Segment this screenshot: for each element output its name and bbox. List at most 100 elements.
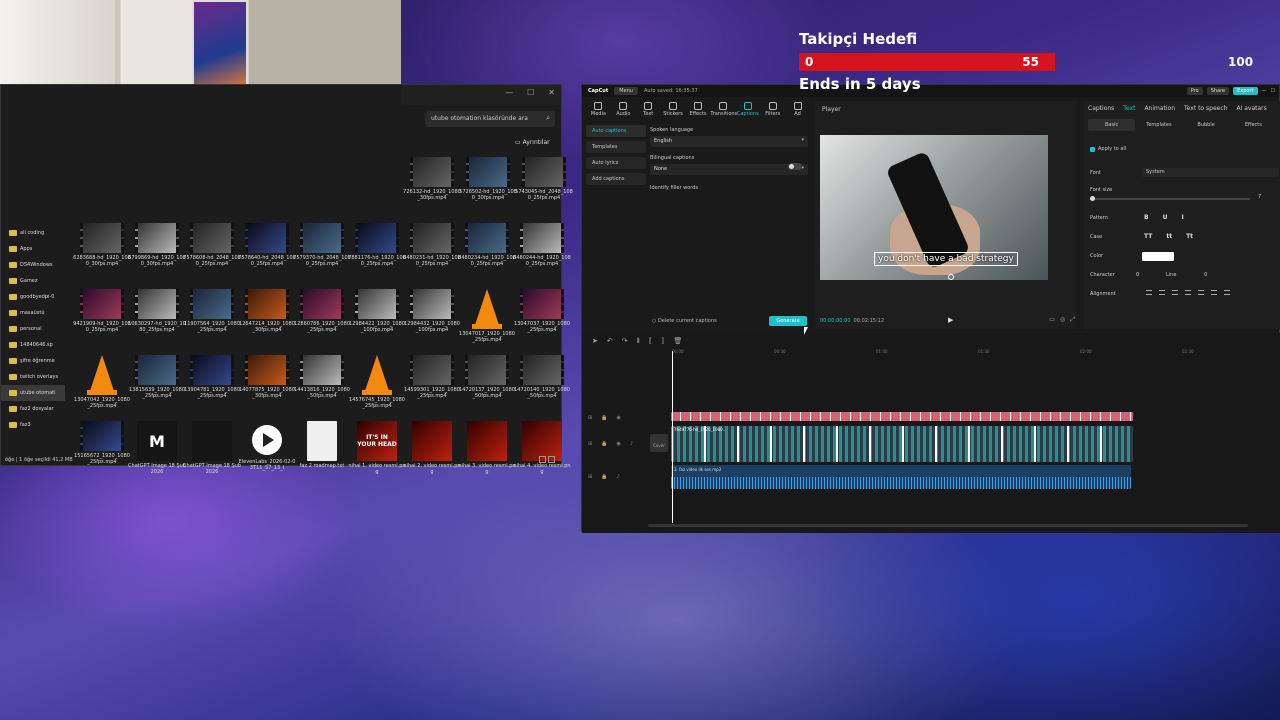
file-item[interactable]: 8480244-hd_1920_1080_25fps.mp4 — [513, 223, 571, 289]
file-item[interactable]: 13815639_1920_1080_25fps.mp4 — [128, 355, 186, 421]
sidebar-item[interactable]: goodbyedpi-0 — [1, 289, 65, 305]
split-left-icon[interactable]: ⟦ — [649, 337, 652, 345]
timeline-scrollbar[interactable] — [648, 524, 1248, 527]
titlecase-icon[interactable]: Tt — [1186, 233, 1193, 240]
lock-icon[interactable]: 🔒 — [601, 441, 607, 447]
text-subtab[interactable]: Basic — [1088, 119, 1136, 131]
text-subtab[interactable]: Effects — [1230, 119, 1277, 131]
file-item[interactable]: 5743045-hd_2048_1080_25fps.mp4 — [515, 157, 573, 223]
undo-icon[interactable]: ↶ — [607, 337, 613, 345]
captions-menu-item[interactable]: Templates — [586, 141, 646, 153]
file-item[interactable]: 6283688-hd_1920_1080_30fps.mp4 — [73, 223, 131, 289]
properties-tab[interactable]: Text — [1123, 105, 1135, 112]
explorer-search-input[interactable]: utube otomation klasöründe ara ⌕ — [425, 111, 555, 127]
view-toggle[interactable] — [539, 456, 555, 463]
color-swatch[interactable] — [1142, 252, 1174, 261]
alignment-buttons[interactable] — [1146, 290, 1230, 295]
file-item[interactable]: 14720140_1920_1080_50fps.mp4 — [513, 355, 571, 421]
file-item[interactable]: 5726502-hd_1920_1080_30fps.mp4 — [459, 157, 517, 223]
captions-menu-item[interactable]: Add captions — [586, 173, 646, 185]
tab-transitions[interactable]: Transitions — [710, 99, 737, 121]
minimize-icon[interactable]: — — [505, 88, 513, 97]
tab-audio[interactable]: Audio — [611, 99, 636, 121]
file-item[interactable]: 7578608-hd_2048_1080_25fps.mp4 — [183, 223, 241, 289]
italic-icon[interactable]: I — [1181, 214, 1183, 221]
bilingual-captions-select[interactable]: None — [650, 164, 808, 175]
bold-icon[interactable]: B — [1144, 214, 1149, 221]
caption-track[interactable] — [671, 412, 1133, 421]
select-tool-icon[interactable]: ➤ — [592, 337, 598, 345]
lock-icon[interactable]: 🔒 — [601, 474, 607, 480]
sidebar-item[interactable]: twitch overlays — [1, 369, 65, 385]
file-item[interactable]: 11907564_1920_1080_25fps.mp4 — [183, 289, 241, 355]
eye-icon[interactable]: ◉ — [616, 441, 620, 447]
line-value[interactable]: 0 — [1204, 272, 1207, 278]
apply-to-all-checkbox[interactable]: Apply to all — [1090, 146, 1126, 152]
caption-track-controls[interactable]: ⊞ 🔒 ◉ — [588, 415, 621, 421]
file-item[interactable]: nihai 3. video resmi.png — [458, 421, 516, 487]
maximize-icon[interactable]: ☐ — [527, 88, 534, 97]
sidebar-item[interactable]: 14840646.sp — [1, 337, 65, 353]
file-item[interactable]: 726132-hd_1920_1080_30fps.mp4 — [403, 157, 461, 223]
align-middle-icon[interactable] — [1211, 290, 1217, 295]
screenshot-icon[interactable]: ◎ — [1060, 316, 1065, 324]
align-left-icon[interactable] — [1146, 290, 1152, 295]
properties-tab[interactable]: Text to speech — [1184, 105, 1227, 112]
file-item[interactable]: ChatGPT Image 18 Şub 2026 — [183, 421, 241, 487]
tab-filters[interactable]: Filters — [760, 99, 785, 121]
audio-track[interactable]: 3. faz video ilk ses.mp3 — [671, 465, 1131, 489]
tab-ad[interactable]: Ad — [785, 99, 810, 121]
properties-tab[interactable]: AI avatars — [1236, 105, 1266, 112]
sidebar-item[interactable]: utube otomati — [1, 385, 65, 401]
file-item[interactable]: 14413816_1920_1080_50fps.mp4 — [293, 355, 351, 421]
audio-icon[interactable]: ♪ — [630, 441, 633, 447]
font-size-value[interactable]: 7 — [1258, 194, 1261, 200]
character-value[interactable]: 0 — [1136, 272, 1139, 278]
file-item[interactable]: nihai 2. video resmi.png — [403, 421, 461, 487]
maximize-icon[interactable]: ☐ — [1271, 88, 1275, 94]
file-item[interactable]: 8480234-hd_1920_1080_25fps.mp4 — [458, 223, 516, 289]
video-track-controls[interactable]: ⊞ 🔒 ◉ ♪ — [588, 441, 633, 447]
file-item[interactable]: 8480231-hd_1920_1080_25fps.mp4 — [403, 223, 461, 289]
file-item[interactable]: 14077875_1920_1080_30fps.mp4 — [238, 355, 296, 421]
tab-text[interactable]: Text — [636, 99, 661, 121]
file-item[interactable]: 14720137_1920_1080_50fps.mp4 — [458, 355, 516, 421]
track-toggle-icon[interactable]: ⊞ — [588, 474, 592, 480]
file-item[interactable]: 9421909-hd_1920_1080_25fps.mp4 — [73, 289, 131, 355]
align-center-icon[interactable] — [1159, 290, 1165, 295]
tab-captions[interactable]: Captions — [735, 99, 760, 121]
align-right-icon[interactable] — [1172, 290, 1178, 295]
lowercase-icon[interactable]: tt — [1166, 233, 1172, 240]
filler-words-toggle[interactable] — [788, 163, 802, 170]
font-select[interactable]: System — [1142, 168, 1279, 177]
captions-menu-item[interactable]: Auto lyrics — [586, 157, 646, 169]
split-icon[interactable]: ⫴ — [637, 337, 640, 346]
audio-track-controls[interactable]: ⊞ 🔒 ♪ — [588, 474, 620, 480]
sidebar-item[interactable]: DS4Windows — [1, 257, 65, 273]
grid-view-icon[interactable] — [539, 456, 546, 463]
sidebar-item[interactable]: Apps — [1, 241, 65, 257]
sidebar-item[interactable]: masaüstü — [1, 305, 65, 321]
file-item[interactable]: 7881176-hd_1920_1080_25fps.mp4 — [348, 223, 406, 289]
file-item[interactable]: 6799869-hd_1920_1080_30fps.mp4 — [128, 223, 186, 289]
ratio-icon[interactable]: ▭ — [1049, 316, 1055, 324]
file-item[interactable]: 13047042_1920_1080_25fps.mp4 — [73, 355, 131, 421]
uppercase-icon[interactable]: TT — [1144, 233, 1152, 240]
captions-menu-item[interactable]: Auto captions — [586, 125, 646, 137]
sidebar-item[interactable]: all coding — [1, 225, 65, 241]
audio-icon[interactable]: ♪ — [616, 474, 619, 480]
sidebar-item[interactable]: personal — [1, 321, 65, 337]
tab-stickers[interactable]: Stickers — [661, 99, 686, 121]
file-item[interactable]: 13047037_1920_1080_25fps.mp4 — [513, 289, 571, 355]
file-item[interactable]: 15165672_1920_1080_25fps.mp4 — [73, 421, 131, 487]
generate-button[interactable]: Generate — [769, 316, 807, 326]
video-track[interactable]: 7649776-hd_1920_1080... — [671, 426, 1133, 462]
eye-icon[interactable]: ◉ — [616, 415, 620, 421]
file-item[interactable]: IT'S IN YOUR HEAD nihai 1. video resmi.pn… — [348, 421, 406, 487]
file-item[interactable]: 14576745_1920_1080_25fps.mp4 — [348, 355, 406, 421]
text-subtab[interactable]: Bubble — [1183, 119, 1230, 131]
file-item[interactable]: 12647214_1920_1080_30fps.mp4 — [238, 289, 296, 355]
file-item[interactable]: 10630297-hd_1920_1080_25fps.mp4 — [128, 289, 186, 355]
text-subtab[interactable]: Templates — [1135, 119, 1182, 131]
tab-media[interactable]: Media — [586, 99, 611, 121]
